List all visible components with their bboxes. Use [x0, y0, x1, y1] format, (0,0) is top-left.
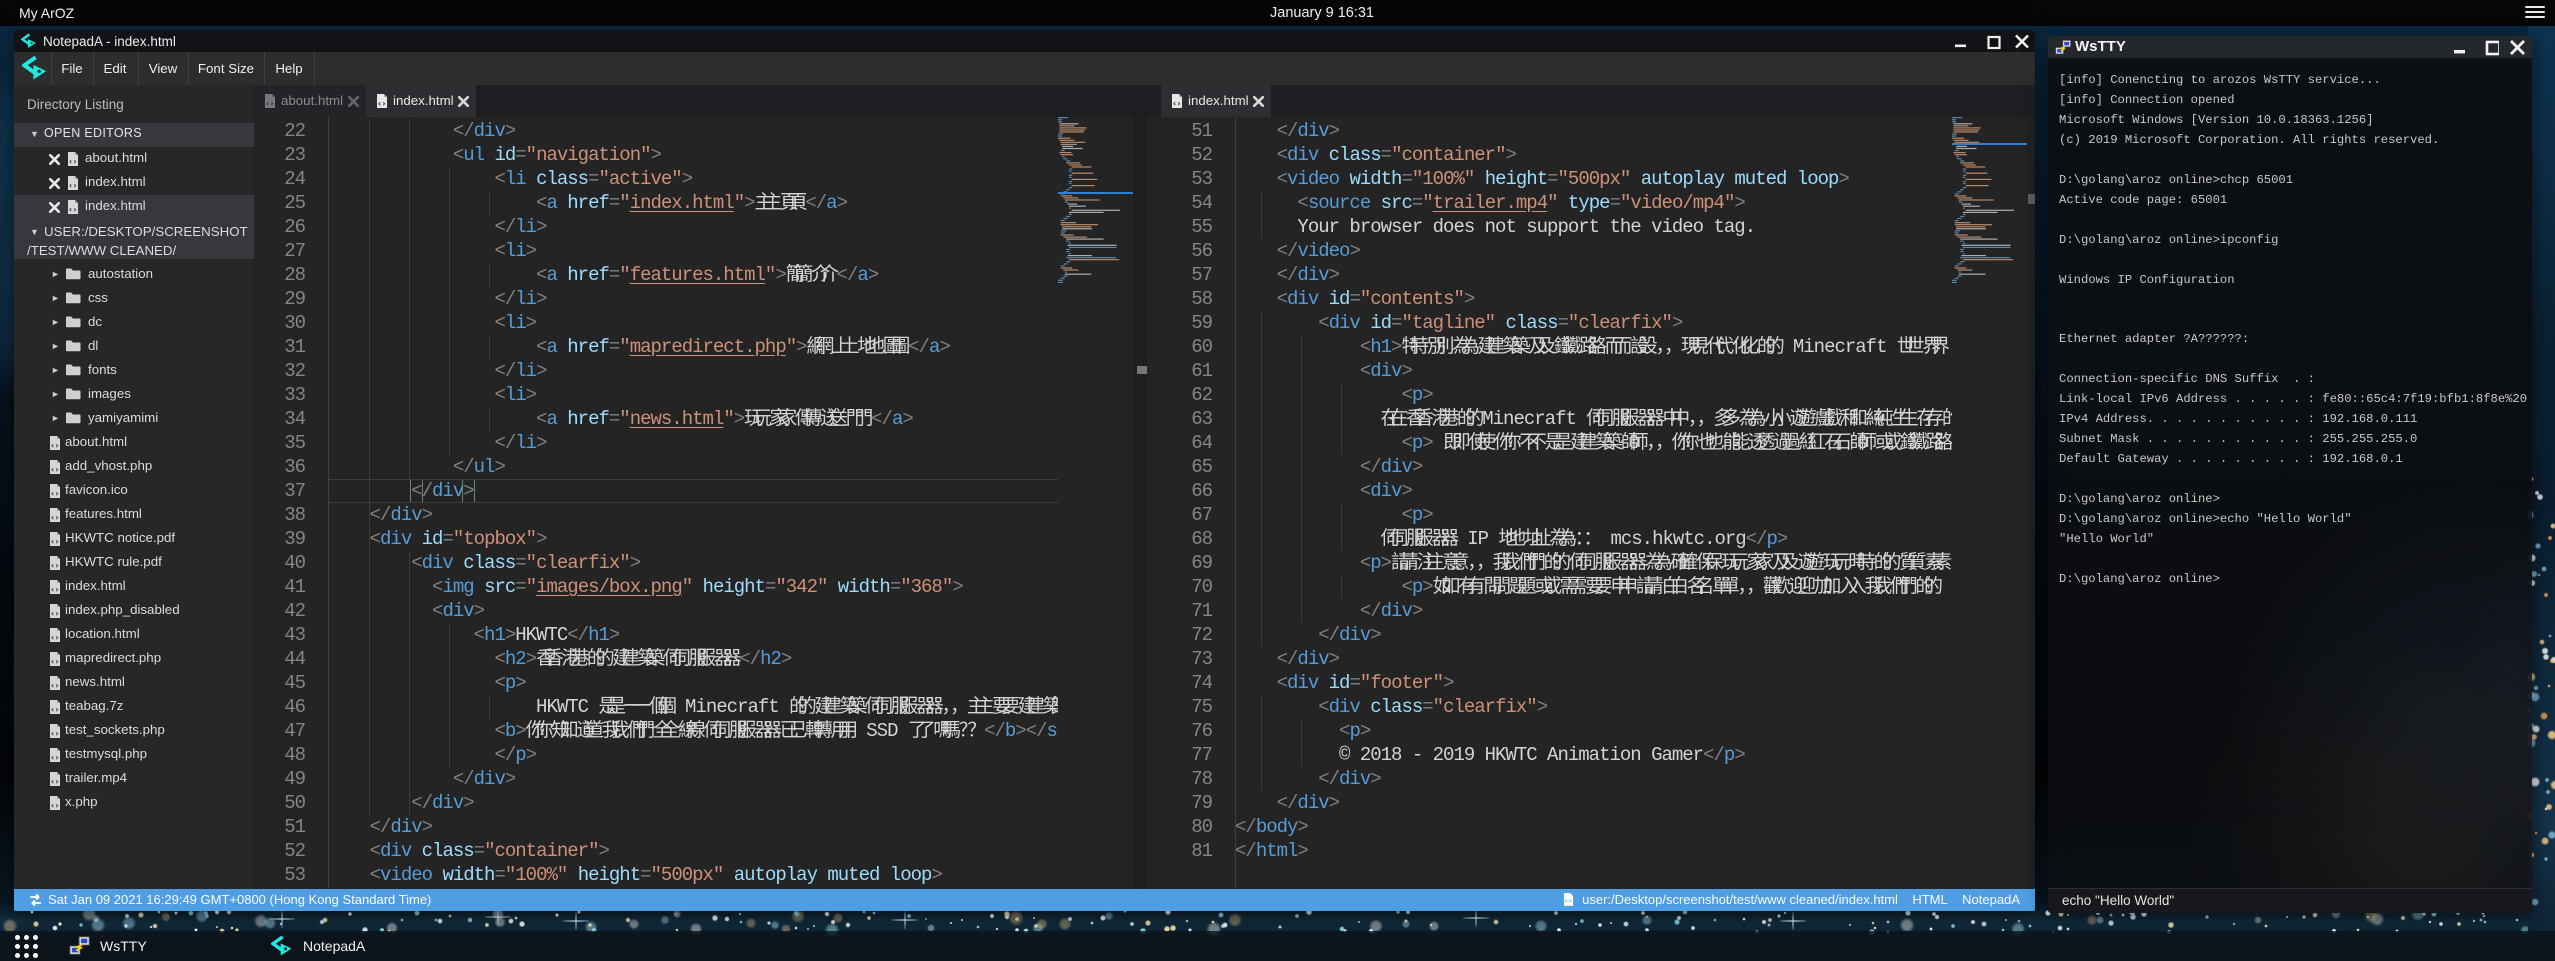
svg-text:<>: <> — [1564, 898, 1572, 905]
